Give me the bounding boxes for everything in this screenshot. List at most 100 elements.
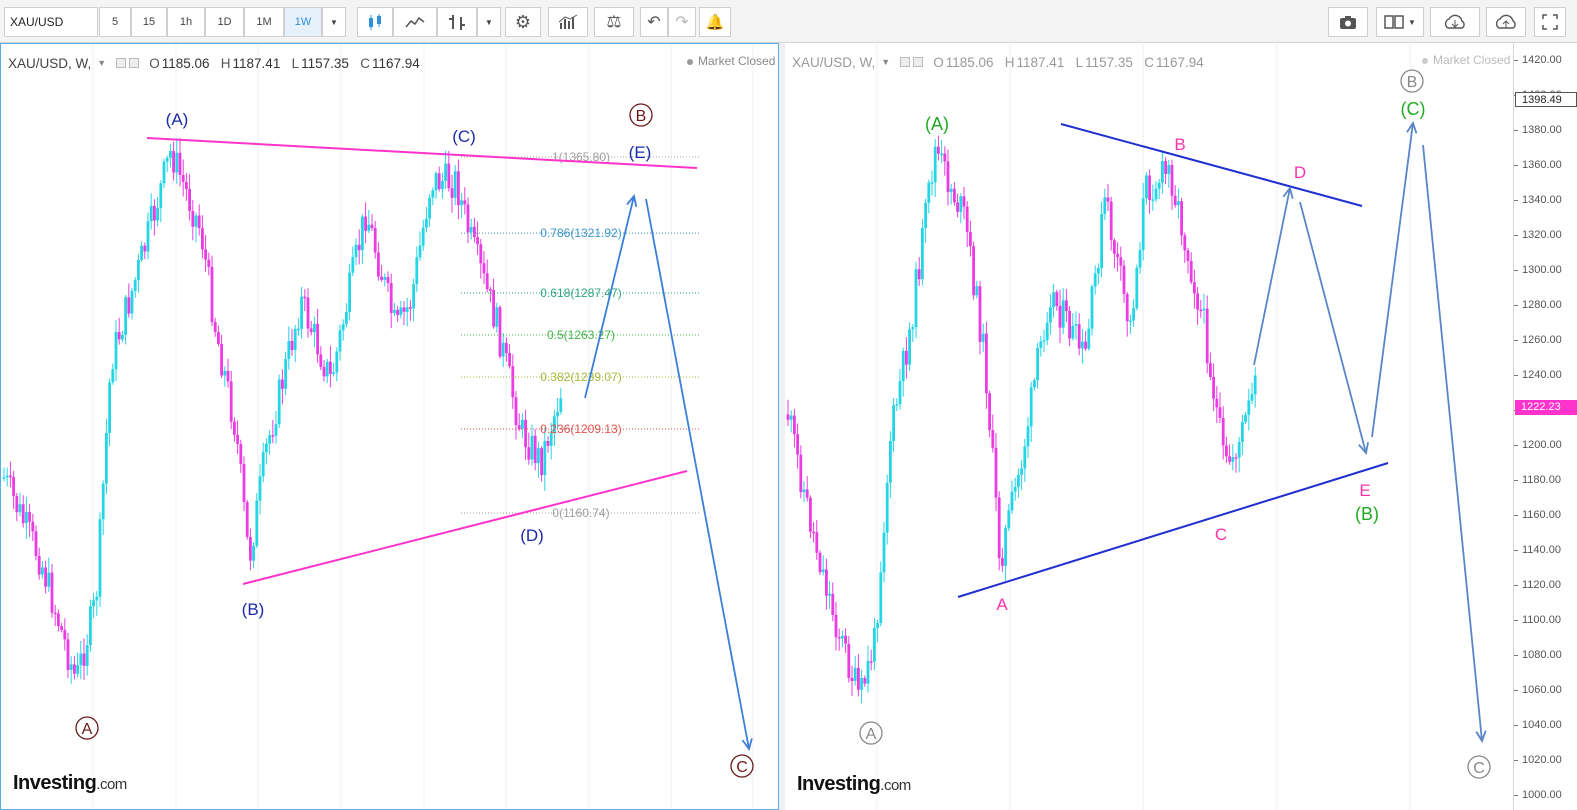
candle-body [924,202,927,229]
candle-body [236,434,239,445]
fullscreen-button[interactable] [1534,7,1566,37]
candle-body [1103,197,1107,214]
chevron-down-icon: ▼ [881,57,891,67]
candle-body [543,441,547,476]
candle-body [1247,400,1251,415]
candle-body [105,433,108,484]
candle-body [1074,324,1078,326]
interval-5[interactable]: 5 [99,7,131,37]
candle-body [389,283,393,313]
candle-body [521,419,524,430]
bell-icon: 🔔 [705,14,725,31]
circled-wave-a: A [866,726,877,743]
candle-body [172,151,175,173]
candle-body [101,483,105,520]
candle-body [985,333,988,394]
candle-body [1218,407,1222,418]
legend-symbol: XAU/USD, W, [792,54,876,70]
chart-type-menu-button[interactable]: ▼ [477,7,501,37]
candle-body [1250,394,1254,401]
candle-body [901,350,905,382]
visibility-icon[interactable] [900,57,911,67]
candle-body [489,289,492,291]
compare-scale-button[interactable]: ⚖ [594,7,634,37]
projection-arrow-down [645,198,750,750]
cloud-upload-button[interactable] [1486,7,1526,37]
candle-body [60,626,63,630]
indicators-button[interactable] [393,7,437,37]
studies-button[interactable] [548,7,588,37]
triangle-lower-line [957,462,1389,598]
settings-button[interactable]: ⚙ [505,7,541,37]
candle-body [1228,456,1231,462]
legend-ohlc: O 1185.06 H 1187.41 L 1157.35 C 1167.94 [149,55,420,71]
candle-body [799,454,803,493]
candle-body [175,152,179,173]
interval-1d[interactable]: 1D [205,7,244,37]
candle-body [972,246,975,296]
visibility-icon[interactable] [116,58,127,68]
interval-1h[interactable]: 1h [167,7,205,37]
candles-style-button[interactable] [357,7,393,37]
projection-arrow-down [1422,144,1483,742]
candle-body [869,661,873,663]
settings-mini-icon[interactable] [913,57,924,67]
interval-15[interactable]: 15 [131,7,167,37]
projection-arrow-d [1253,187,1291,366]
alert-button[interactable]: 🔔 [699,7,731,37]
chart-canvas-right[interactable]: A B C D E (A) (B) (C) A B C [785,43,1513,810]
candle-body [1215,398,1219,408]
candle-body [370,224,374,229]
candle-body [1087,328,1091,349]
candle-body [85,645,89,666]
candle-body [217,332,220,344]
candle-body [76,665,79,674]
chart-canvas-left[interactable]: 1(1365.80)0.786(1321.92)0.618(1287.47)0.… [1,44,779,810]
price-tick-label: 1020.00 [1514,754,1562,766]
projection-arrow-e [1299,201,1367,454]
snapshot-button[interactable] [1328,7,1368,37]
compare-button[interactable] [437,7,477,37]
candle-body [1241,421,1244,442]
candle-body [332,372,335,374]
undo-button[interactable]: ↶ [640,7,668,37]
interval-1m[interactable]: 1M [244,7,284,37]
interval-1w[interactable]: 1W [284,7,322,37]
cloud-download-button[interactable] [1430,7,1480,37]
histogram-icon [558,14,578,29]
chart-pane-right[interactable]: A B C D E (A) (B) (C) A B C XAU/USD, W, ▼ O 1185.06… [785,43,1513,810]
candle-body [1122,265,1126,294]
candle-body [809,497,812,532]
redo-button[interactable]: ↷ [668,7,696,37]
candle-body [399,307,403,315]
chevron-down-icon: ▼ [485,17,493,27]
candle-body [367,224,371,231]
candle-body [940,153,943,156]
candle-body [844,635,847,644]
price-axis[interactable]: 1420.001400.001380.001360.001340.001320.… [1513,43,1577,810]
candle-body [341,324,345,331]
candle-body [1081,341,1084,349]
candle-body [469,226,473,233]
candle-body [1161,160,1164,183]
candle-body [181,174,185,183]
candle-body [28,511,31,522]
settings-mini-icon[interactable] [129,58,140,68]
candle-body [287,341,291,359]
candle-body [1100,213,1103,269]
candle-body [882,532,886,573]
candle-body [524,419,527,448]
symbol-input[interactable] [4,7,98,37]
candle-body [434,173,438,191]
interval-menu-button[interactable]: ▼ [322,7,346,37]
wave-label-d: (D) [520,526,544,545]
candle-body [1061,300,1065,328]
price-tick-label: 1200.00 [1514,439,1562,451]
chart-pane-left[interactable]: 1(1365.80) 0.786(1321.92) 0.618(1287.47) 0.… [0,43,779,810]
candle-body [994,447,998,498]
candle-body [1042,340,1046,342]
candle-body [1023,446,1027,469]
candle-body [476,237,479,245]
candle-body [1113,240,1116,254]
layout-button[interactable]: ▼ [1376,7,1424,37]
